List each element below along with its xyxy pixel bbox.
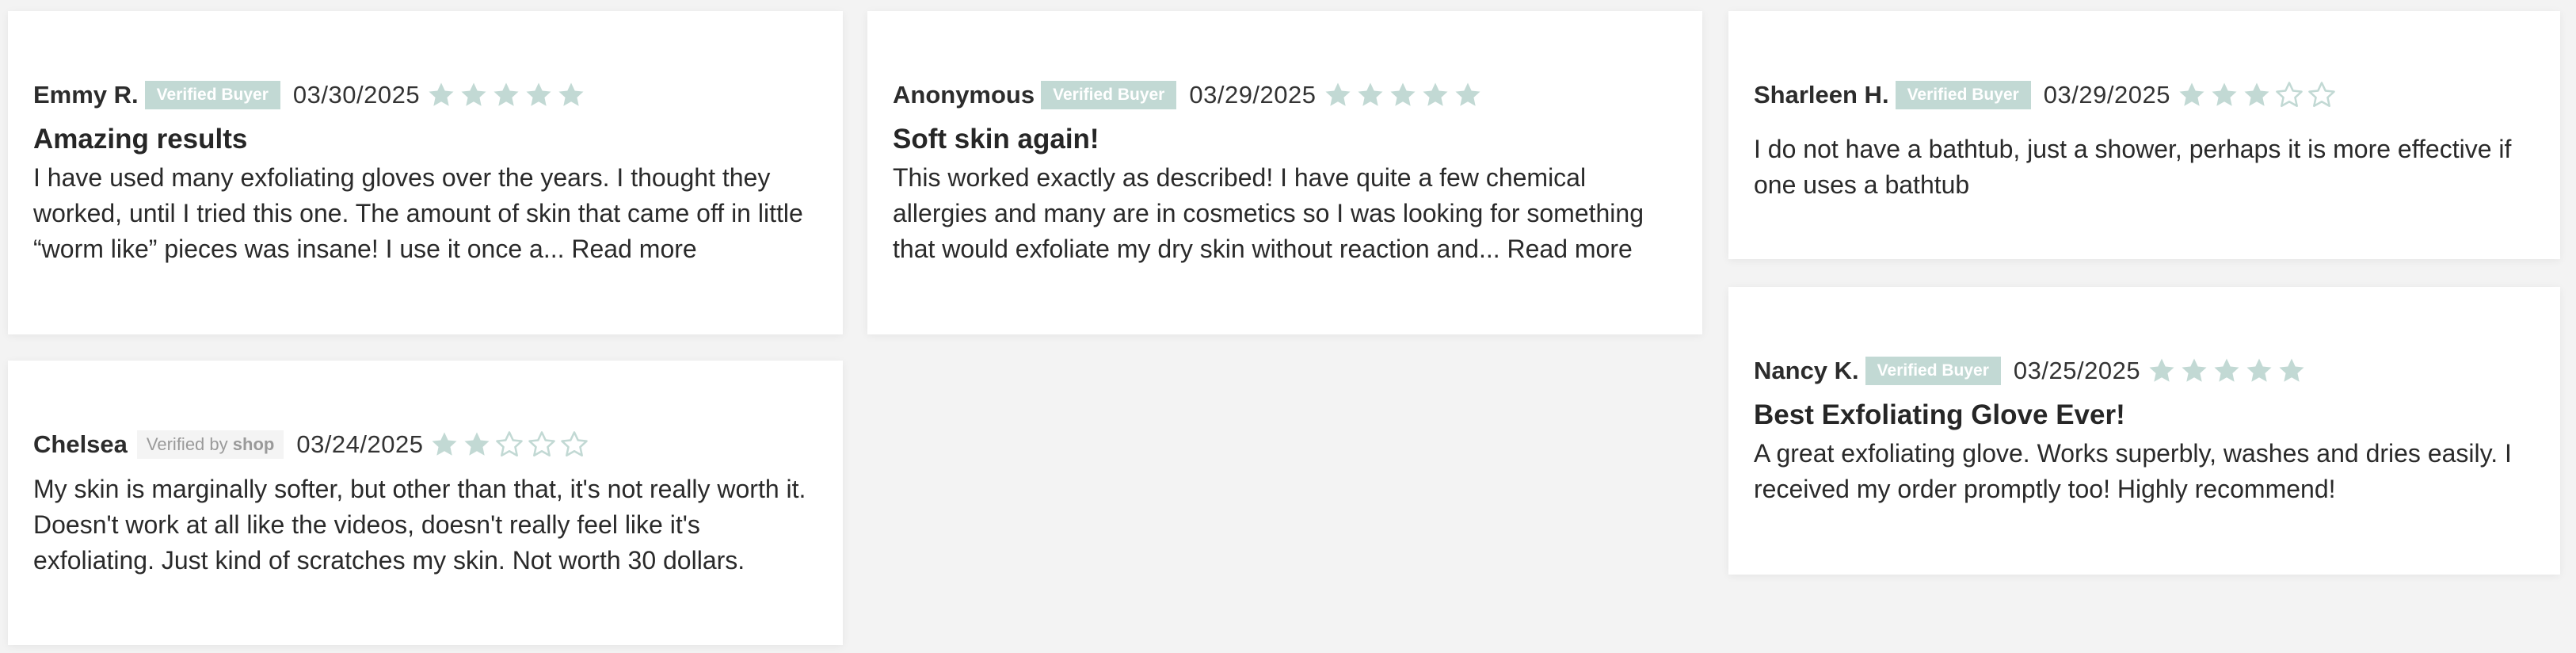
verified-buyer-badge: Verified Buyer — [1865, 357, 2001, 385]
star-filled-icon — [526, 82, 551, 106]
verified-buyer-badge: Verified Buyer — [1041, 81, 1177, 109]
star-outline-icon — [528, 431, 556, 457]
verified-buyer-badge: Verified Buyer — [144, 81, 280, 109]
star-filled-icon — [2244, 82, 2269, 106]
review-card: Chelsea Verified by shop 03/24/2025 My s… — [8, 361, 843, 645]
star-filled-icon — [1454, 82, 1480, 106]
review-meta: Sharleen H. Verified Buyer 03/29/2025 — [1754, 79, 2339, 111]
star-filled-icon — [493, 82, 519, 106]
star-filled-icon — [429, 82, 454, 106]
star-filled-icon — [2149, 358, 2174, 382]
star-outline-icon — [2308, 82, 2335, 108]
star-filled-icon — [2179, 82, 2204, 106]
review-author: Nancy K. — [1754, 357, 1859, 384]
read-more-link[interactable]: Read more — [571, 235, 696, 263]
review-card: Emmy R. Verified Buyer 03/30/2025 Amazin… — [8, 11, 843, 334]
review-date: 03/24/2025 — [296, 430, 424, 458]
star-outline-icon — [561, 431, 589, 457]
star-rating — [2147, 356, 2309, 386]
star-rating — [426, 80, 589, 110]
star-filled-icon — [1324, 82, 1351, 106]
review-title: Soft skin again! — [893, 124, 1099, 155]
star-rating — [429, 430, 592, 460]
star-rating — [2177, 80, 2339, 110]
review-body: My skin is marginally softer, but other … — [33, 472, 825, 579]
review-body: I do not have a bathtub, just a shower, … — [1754, 132, 2546, 203]
read-more-link[interactable]: Read more — [1507, 235, 1633, 263]
star-outline-icon — [2276, 82, 2303, 108]
star-filled-icon — [558, 82, 584, 106]
review-card: Nancy K. Verified Buyer 03/25/2025 Best … — [1728, 287, 2560, 575]
star-filled-icon — [464, 432, 490, 456]
review-date: 03/30/2025 — [292, 81, 421, 109]
review-card: Anonymous Verified Buyer 03/29/2025 Soft… — [867, 11, 1702, 334]
review-meta: Chelsea Verified by shop 03/24/2025 — [33, 429, 592, 460]
review-text: I do not have a bathtub, just a shower, … — [1754, 135, 2512, 199]
review-meta: Emmy R. Verified Buyer 03/30/2025 — [33, 79, 589, 111]
review-title: Best Exfoliating Glove Ever! — [1754, 399, 2125, 430]
star-outline-icon — [496, 431, 524, 457]
verified-buyer-badge: Verified Buyer — [1895, 81, 2031, 109]
review-body: I have used many exfoliating gloves over… — [33, 160, 814, 267]
star-filled-icon — [461, 82, 486, 106]
review-author: Sharleen H. — [1754, 81, 1889, 109]
star-filled-icon — [2182, 358, 2207, 382]
review-card: Sharleen H. Verified Buyer 03/29/2025 I … — [1728, 11, 2560, 259]
review-date: 03/25/2025 — [2013, 357, 2141, 384]
star-rating — [1323, 80, 1485, 110]
review-body: A great exfoliating glove. Works superbl… — [1754, 436, 2546, 507]
star-filled-icon — [2214, 358, 2239, 382]
review-title: Amazing results — [33, 124, 248, 155]
badge-prefix: Verified by — [146, 434, 228, 454]
star-filled-icon — [2246, 358, 2272, 382]
star-filled-icon — [1422, 82, 1448, 106]
review-meta: Anonymous Verified Buyer 03/29/2025 — [893, 79, 1485, 111]
verified-by-shop-badge: Verified by shop — [136, 430, 284, 459]
star-filled-icon — [432, 432, 458, 456]
review-text: A great exfoliating glove. Works superbl… — [1754, 439, 2512, 503]
shop-logo: shop — [232, 434, 275, 454]
star-filled-icon — [2212, 82, 2237, 106]
star-filled-icon — [1357, 82, 1383, 106]
star-filled-icon — [1389, 82, 1416, 106]
review-author: Chelsea — [33, 430, 128, 458]
review-body: This worked exactly as described! I have… — [893, 160, 1685, 267]
review-meta: Nancy K. Verified Buyer 03/25/2025 — [1754, 355, 2309, 387]
review-text: My skin is marginally softer, but other … — [33, 475, 806, 575]
review-author: Anonymous — [893, 81, 1035, 109]
review-author: Emmy R. — [33, 81, 139, 109]
review-date: 03/29/2025 — [2043, 81, 2170, 109]
star-filled-icon — [2279, 358, 2304, 382]
review-date: 03/29/2025 — [1189, 81, 1317, 109]
